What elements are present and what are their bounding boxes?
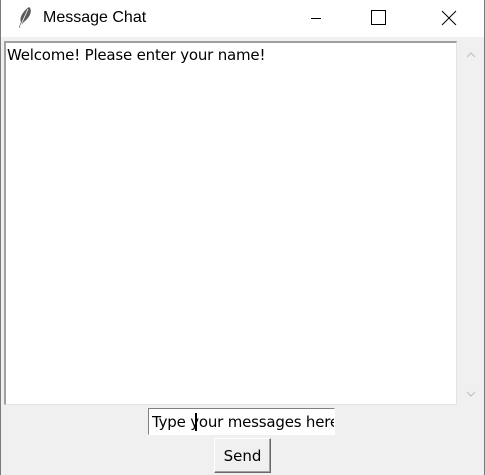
close-button[interactable] xyxy=(426,0,472,36)
message-entry[interactable] xyxy=(148,408,335,435)
maximize-button[interactable] xyxy=(355,0,401,36)
close-icon xyxy=(441,10,457,26)
window-title: Message Chat xyxy=(43,9,147,26)
app-window: Message Chat Welcome! Please enter your … xyxy=(0,0,485,475)
title-bar[interactable]: Message Chat xyxy=(1,0,484,37)
feather-icon xyxy=(15,6,35,30)
chevron-up-icon[interactable] xyxy=(463,48,479,60)
chat-scrollbar[interactable] xyxy=(458,41,484,405)
message-input[interactable] xyxy=(149,409,334,434)
chevron-down-icon[interactable] xyxy=(463,387,479,399)
minimize-button[interactable] xyxy=(293,0,339,36)
send-button[interactable]: Send xyxy=(214,438,271,473)
chat-log[interactable]: Welcome! Please enter your name! xyxy=(4,41,457,405)
maximize-icon xyxy=(371,10,386,25)
text-caret xyxy=(195,413,197,431)
minimize-icon xyxy=(311,18,321,19)
chat-message: Welcome! Please enter your name! xyxy=(7,46,266,64)
